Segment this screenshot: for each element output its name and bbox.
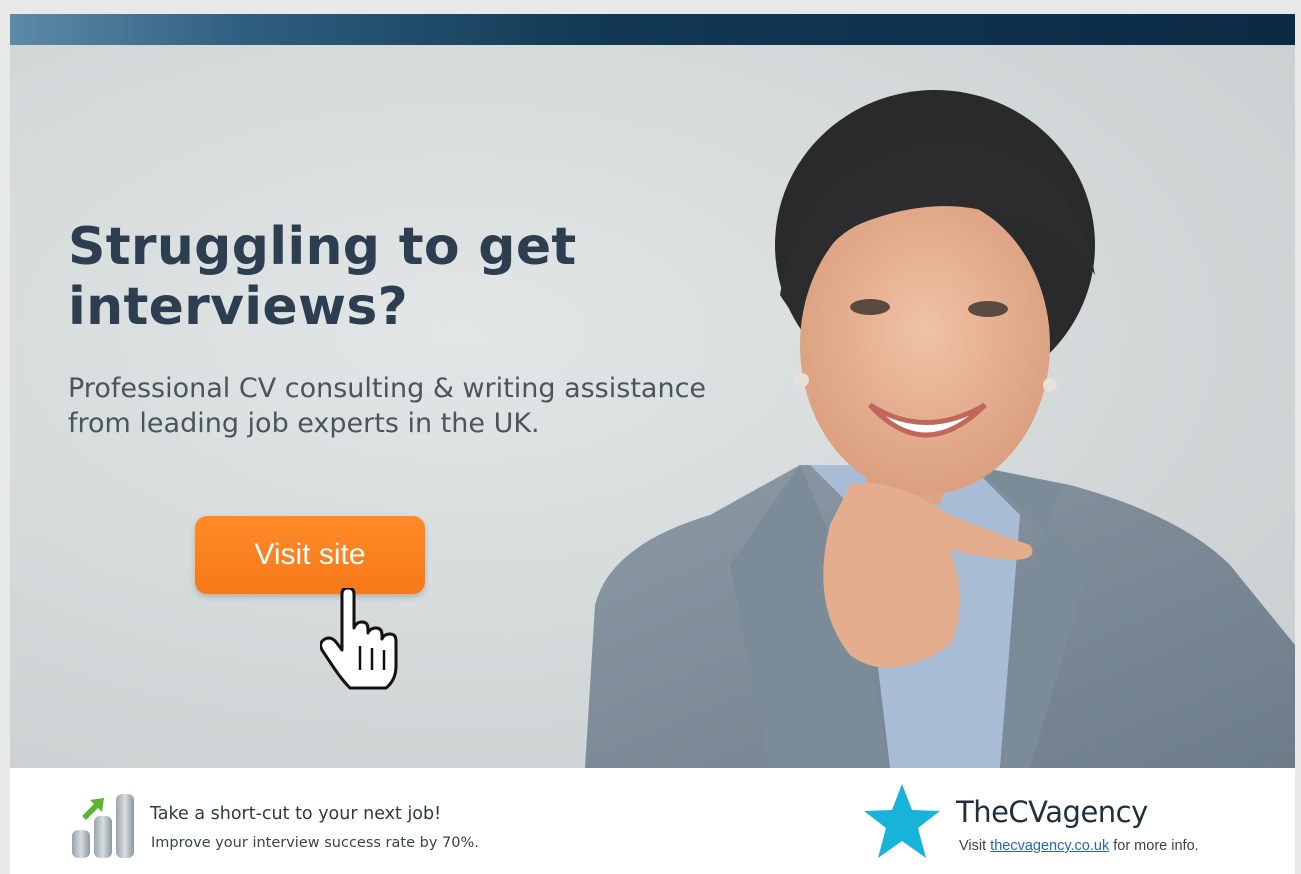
tagline: Take a short-cut to your next job!: [150, 804, 442, 824]
bar-chart-arrow-icon: [72, 794, 134, 858]
star-icon: [864, 784, 940, 858]
brand-name: TheCVagency: [956, 795, 1148, 829]
subtagline: Improve your interview success rate by 7…: [151, 835, 479, 851]
hero-section: Struggling to get interviews? Profession…: [10, 45, 1295, 768]
visit-suffix: for more info.: [1113, 838, 1199, 854]
footer: Take a short-cut to your next job! Impro…: [10, 768, 1295, 874]
visit-prefix: Visit: [959, 838, 987, 854]
visit-site-button[interactable]: Visit site: [195, 516, 425, 594]
advert-banner[interactable]: Struggling to get interviews? Profession…: [10, 14, 1295, 874]
website-link[interactable]: thecvagency.co.uk: [990, 838, 1109, 854]
visit-site-label: Visit site: [254, 538, 366, 571]
top-bar: [10, 14, 1295, 45]
visit-line: Visit thecvagency.co.uk for more info.: [959, 838, 1199, 854]
subheadline: Professional CV consulting & writing ass…: [68, 373, 707, 439]
headline: Struggling to get interviews?: [68, 217, 577, 337]
hand-pointer-icon: [320, 588, 398, 690]
